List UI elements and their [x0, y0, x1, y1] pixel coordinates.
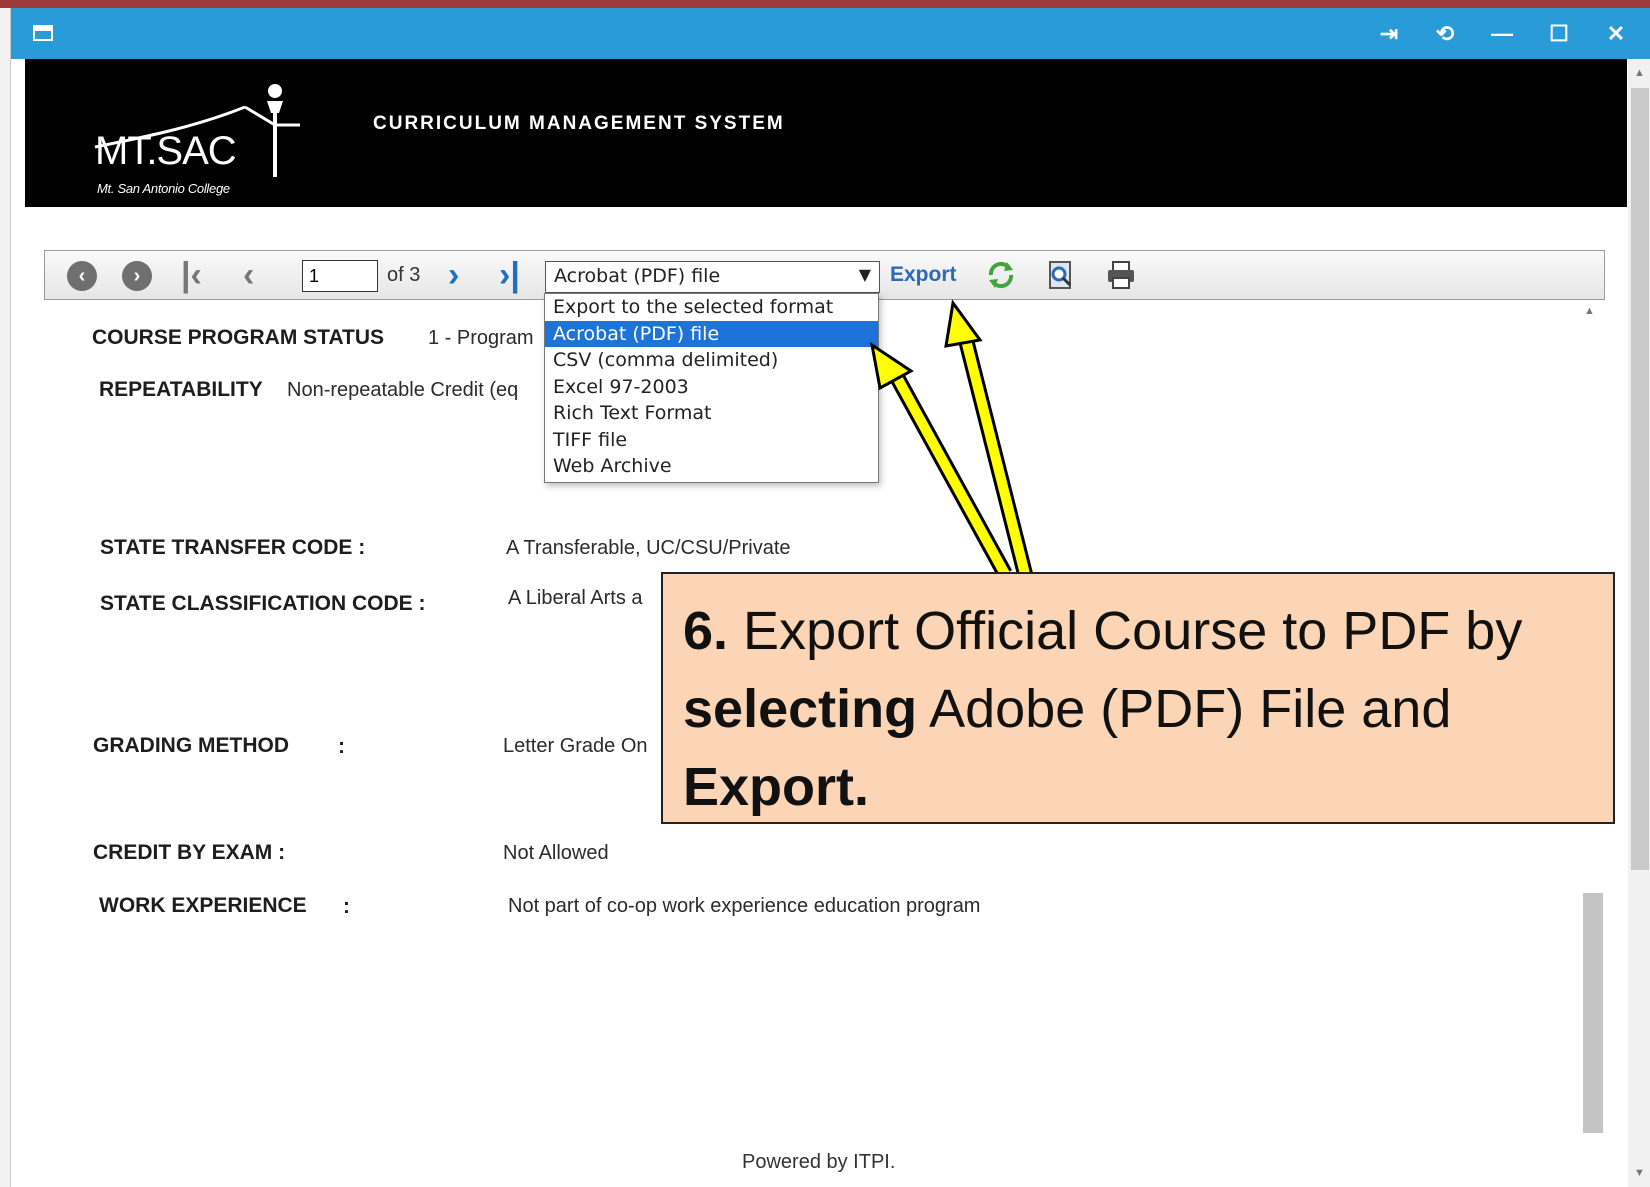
refresh-icon[interactable]: ⟲ [1429, 18, 1461, 50]
close-icon[interactable]: ✕ [1600, 18, 1632, 50]
grading-method-label: GRADING METHOD [93, 734, 289, 757]
system-title: CURRICULUM MANAGEMENT SYSTEM [373, 113, 785, 134]
pin-icon[interactable]: ⇥ [1373, 18, 1405, 50]
back-icon[interactable]: ‹ [67, 261, 97, 291]
format-option[interactable]: TIFF file [545, 427, 878, 454]
minimize-icon[interactable]: — [1486, 18, 1518, 50]
export-button[interactable]: Export [890, 263, 957, 287]
repeatability-label: REPEATABILITY [99, 378, 263, 401]
credit-by-exam-value: Not Allowed [503, 842, 609, 864]
work-experience-label: WORK EXPERIENCE [99, 894, 307, 917]
window-titlebar: ⇥ ⟲ — ☐ ✕ [11, 8, 1650, 59]
state-transfer-code-value: A Transferable, UC/CSU/Private [506, 537, 791, 559]
credit-by-exam-label: CREDIT BY EXAM : [93, 841, 286, 864]
callout-bold-selecting: selecting [683, 679, 918, 739]
callout-text-2: Adobe (PDF) File and [917, 679, 1452, 739]
callout-text-1: Export Official Course to PDF by [728, 601, 1523, 661]
page-number-input[interactable] [302, 260, 378, 292]
report-scrollbar-thumb[interactable] [1583, 893, 1603, 1133]
chevron-down-icon: ▼ [858, 265, 871, 284]
format-option[interactable]: Excel 97-2003 [545, 374, 878, 401]
powered-by-footer: Powered by ITPI. [742, 1151, 896, 1173]
state-classification-code-value: A Liberal Arts a [508, 587, 643, 609]
callout-bold-export: Export. [683, 757, 870, 817]
scroll-up-icon[interactable]: ▲ [1584, 305, 1595, 317]
maximize-icon[interactable]: ☐ [1543, 18, 1575, 50]
window-scroll-up-icon[interactable]: ▲ [1634, 67, 1645, 79]
window-scroll-down-icon[interactable]: ▼ [1634, 1167, 1645, 1179]
course-program-status-value: 1 - Program [428, 327, 534, 349]
grading-method-value: Letter Grade On [503, 735, 648, 757]
format-option[interactable]: Export to the selected format [545, 294, 878, 321]
find-icon[interactable] [1045, 259, 1077, 291]
last-page-icon[interactable]: ›| [499, 256, 520, 294]
state-transfer-code-label: STATE TRANSFER CODE : [100, 536, 366, 559]
format-option[interactable]: CSV (comma delimited) [545, 347, 878, 374]
format-option-selected[interactable]: Acrobat (PDF) file [545, 320, 878, 347]
state-classification-code-label: STATE CLASSIFICATION CODE : [100, 592, 426, 615]
selected-format-label: Acrobat (PDF) file [554, 265, 721, 287]
mtsac-logo: MT.SAC Mt. San Antonio College [85, 77, 315, 203]
logo-text: MT.SAC [95, 129, 237, 173]
page-count-label: of 3 [387, 264, 421, 286]
previous-page-icon[interactable]: ‹ [243, 256, 254, 294]
work-experience-colon: : [343, 895, 350, 918]
repeatability-value: Non-repeatable Credit (eq [287, 379, 519, 401]
format-option[interactable]: Rich Text Format [545, 400, 878, 427]
first-page-icon[interactable]: |‹ [181, 256, 202, 294]
grading-method-colon: : [338, 735, 345, 758]
export-format-select[interactable]: Acrobat (PDF) file ▼ [545, 261, 880, 293]
export-format-dropdown[interactable]: Export to the selected format Acrobat (P… [544, 293, 879, 483]
next-page-icon[interactable]: › [448, 256, 459, 294]
window-scrollbar-thumb[interactable] [1631, 88, 1649, 870]
window-icon [33, 25, 53, 41]
refresh-report-icon[interactable] [985, 259, 1017, 291]
course-program-status-label: COURSE PROGRAM STATUS [92, 326, 385, 349]
instruction-callout: 6. Export Official Course to PDF by sele… [661, 572, 1615, 824]
site-header: MT.SAC Mt. San Antonio College CURRICULU… [25, 59, 1627, 207]
work-experience-value: Not part of co-op work experience educat… [508, 895, 981, 917]
logo-subtitle: Mt. San Antonio College [97, 181, 230, 196]
format-option[interactable]: Web Archive [545, 453, 878, 480]
forward-icon[interactable]: › [122, 261, 152, 291]
callout-step-number: 6. [683, 601, 729, 661]
print-icon[interactable] [1105, 259, 1137, 291]
top-accent-line [0, 0, 1650, 8]
